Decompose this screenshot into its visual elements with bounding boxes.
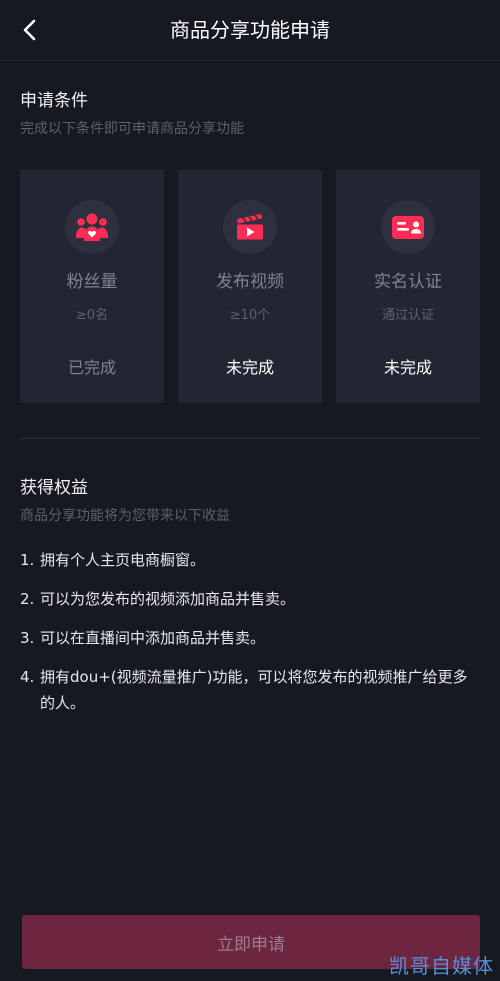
- benefit-text: 可以为您发布的视频添加商品并售卖。: [40, 590, 296, 608]
- benefit-number: 3.: [20, 629, 35, 647]
- header-divider: [0, 60, 500, 61]
- benefit-number: 1.: [20, 551, 35, 569]
- realname-icon-badge: [381, 200, 435, 254]
- conditions-subtitle: 完成以下条件即可申请商品分享功能: [20, 121, 244, 137]
- conditions-title: 申请条件: [20, 91, 88, 111]
- benefit-item: 2. 可以为您发布的视频添加商品并售卖。: [20, 586, 482, 612]
- video-icon-badge: [223, 200, 277, 254]
- benefit-number: 4.: [20, 668, 35, 686]
- id-card-icon: [392, 216, 424, 239]
- benefit-item: 1. 拥有个人主页电商橱窗。: [20, 547, 482, 573]
- card-status: 已完成: [67, 358, 116, 377]
- card-status: 未完成: [225, 358, 274, 377]
- page-title: 商品分享功能申请: [170, 18, 330, 42]
- top-bar: 商品分享功能申请: [0, 0, 500, 60]
- video-clapper-icon: [237, 214, 263, 240]
- benefit-text: 拥有dou+(视频流量推广)功能，可以将您发布的视频推广给更多的人。: [40, 668, 468, 712]
- benefit-text: 拥有个人主页电商橱窗。: [40, 551, 206, 569]
- benefits-subtitle: 商品分享功能将为您带来以下收益: [20, 508, 230, 524]
- card-name: 实名认证: [374, 272, 442, 292]
- benefits-title: 获得权益: [20, 478, 88, 498]
- condition-card-video: 发布视频 ≥10个 未完成: [178, 170, 322, 403]
- card-requirement: 通过认证: [381, 308, 434, 323]
- watermark: 凯哥自媒体: [389, 954, 494, 978]
- card-name: 发布视频: [216, 272, 284, 292]
- benefit-text: 可以在直播间中添加商品并售卖。: [40, 629, 266, 647]
- benefit-item: 3. 可以在直播间中添加商品并售卖。: [20, 625, 482, 651]
- card-name: 粉丝量: [66, 272, 118, 292]
- benefit-item: 4. 拥有dou+(视频流量推广)功能，可以将您发布的视频推广给更多的人。: [20, 664, 482, 716]
- section-divider: [20, 438, 482, 439]
- condition-card-fans: 粉丝量 ≥0名 已完成: [20, 170, 164, 403]
- card-requirement: ≥0名: [75, 308, 109, 323]
- card-requirement: ≥10个: [229, 308, 271, 323]
- benefit-number: 2.: [20, 590, 35, 608]
- card-status: 未完成: [383, 358, 432, 377]
- fans-group-icon: [76, 213, 108, 241]
- condition-card-realname: 实名认证 通过认证 未完成: [336, 170, 480, 403]
- fans-icon-badge: [65, 200, 119, 254]
